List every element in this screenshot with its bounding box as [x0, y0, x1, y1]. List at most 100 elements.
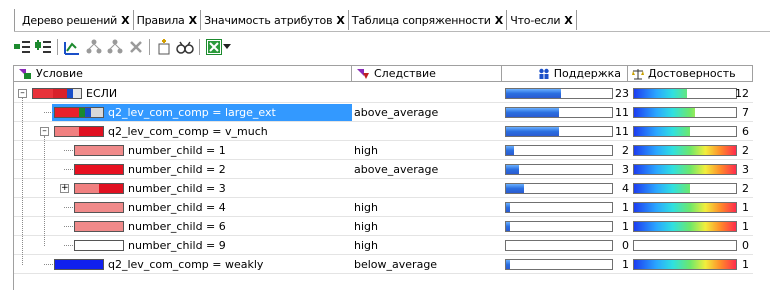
grid-header: Условие Следствие Поддержка Достоверност…	[14, 65, 753, 83]
confidence-bar	[633, 240, 737, 251]
tree-icon[interactable]	[85, 38, 103, 56]
condition-cell: number_child = 3	[74, 179, 226, 198]
column-header-condition[interactable]: Условие	[14, 65, 352, 82]
tab-label: Что-если	[510, 13, 561, 27]
tab-contingency-table[interactable]: Таблица сопряженности X	[349, 10, 508, 30]
support-value: 4	[622, 182, 629, 195]
column-header-support[interactable]: Поддержка	[502, 65, 628, 82]
support-bar-fill	[506, 146, 514, 155]
find-icon[interactable]	[176, 38, 194, 56]
confidence-bar-fill	[634, 203, 736, 212]
table-row[interactable]: number_child = 1 high 2 2	[14, 141, 753, 160]
table-row[interactable]: number_child = 9 high 0 0	[14, 236, 753, 255]
tab-what-if[interactable]: Что-если X	[507, 10, 577, 30]
condition-text: ЕСЛИ	[86, 87, 118, 100]
toolbar-separator	[149, 39, 150, 55]
condition-cell: q2_lev_com_comp = weakly	[54, 255, 263, 274]
column-label: Условие	[36, 67, 83, 80]
tab-rules[interactable]: Правила X	[134, 10, 202, 30]
delete-icon[interactable]	[127, 38, 145, 56]
support-value: 11	[615, 125, 629, 138]
support-bar-fill	[506, 203, 510, 212]
tab-label: Значимость атрибутов	[204, 13, 333, 27]
distribution-swatch	[74, 221, 124, 232]
tab-divider	[14, 31, 770, 32]
table-row[interactable]: number_child = 6 high 1 1	[14, 217, 753, 236]
toolbar	[0, 34, 770, 60]
expand-toggle-icon[interactable]: +	[60, 184, 69, 193]
condition-icon	[18, 68, 32, 80]
support-value: 11	[615, 106, 629, 119]
confidence-icon	[632, 68, 644, 80]
table-row[interactable]: q2_lev_com_comp = large_ext above_average…	[14, 103, 753, 122]
collapse-all-icon[interactable]	[13, 38, 31, 56]
consequence-cell: high	[354, 144, 378, 157]
confidence-bar-fill	[634, 184, 690, 193]
close-icon[interactable]: X	[564, 14, 572, 27]
tab-decision-tree[interactable]: Дерево решений X	[22, 10, 134, 30]
column-header-consequence[interactable]: Следствие	[352, 65, 502, 82]
table-row[interactable]: – q2_lev_com_comp = v_much 11 6	[14, 122, 753, 141]
condition-cell: number_child = 2	[74, 160, 226, 179]
confidence-bar-fill	[634, 222, 736, 231]
confidence-value: 3	[742, 163, 749, 176]
tree-connector	[44, 264, 53, 265]
confidence-bar	[633, 221, 737, 232]
tree-connector	[44, 112, 53, 113]
confidence-bar-fill	[634, 127, 690, 136]
confidence-bar	[633, 126, 737, 137]
confidence-bar-fill	[634, 89, 687, 98]
dropdown-arrow-icon[interactable]	[222, 38, 232, 56]
distribution-swatch	[74, 240, 124, 251]
confidence-bar	[633, 145, 737, 156]
tree-connector	[64, 169, 73, 170]
new-node-icon[interactable]	[155, 38, 173, 56]
confidence-bar	[633, 202, 737, 213]
table-row[interactable]: q2_lev_com_comp = weakly below_average 1 1	[14, 255, 753, 274]
collapse-toggle-icon[interactable]: –	[40, 127, 49, 136]
show-chart-icon[interactable]	[63, 38, 81, 56]
tab-attribute-importance[interactable]: Значимость атрибутов X	[201, 10, 349, 30]
confidence-value: 12	[735, 87, 749, 100]
confidence-value: 2	[742, 144, 749, 157]
confidence-bar	[633, 88, 737, 99]
condition-cell: number_child = 9	[74, 236, 226, 255]
support-bar-fill	[506, 165, 519, 174]
decision-tree-grid: Условие Следствие Поддержка Достоверност…	[13, 65, 753, 290]
support-bar-fill	[506, 89, 561, 98]
column-label: Следствие	[374, 67, 436, 80]
confidence-value: 0	[742, 239, 749, 252]
distribution-swatch	[54, 259, 104, 270]
condition-cell: q2_lev_com_comp = v_much	[54, 122, 268, 141]
tab-label: Правила	[136, 13, 185, 27]
excel-export-icon[interactable]	[205, 38, 223, 56]
close-icon[interactable]: X	[336, 14, 344, 27]
tab-label: Таблица сопряженности	[351, 13, 491, 27]
tree-icon-2[interactable]	[106, 38, 124, 56]
tree-connector	[44, 136, 45, 246]
table-row[interactable]: number_child = 2 above_average 3 3	[14, 160, 753, 179]
confidence-bar	[633, 259, 737, 270]
condition-text: q2_lev_com_comp = v_much	[108, 125, 268, 138]
confidence-bar-fill	[634, 165, 736, 174]
tree-connector	[64, 245, 73, 246]
tree-connector	[22, 98, 23, 265]
confidence-bar	[633, 164, 737, 175]
condition-cell: q2_lev_com_comp = large_ext	[54, 103, 276, 122]
expand-all-icon[interactable]	[34, 38, 52, 56]
column-header-confidence[interactable]: Достоверность	[628, 65, 753, 82]
support-icon	[538, 68, 550, 80]
support-bar-fill	[506, 127, 559, 136]
collapse-toggle-icon[interactable]: –	[18, 89, 27, 98]
toolbar-separator	[57, 39, 58, 55]
table-row[interactable]: + number_child = 3 4 2	[14, 179, 753, 198]
tree-connector	[64, 226, 73, 227]
table-row[interactable]: – ЕСЛИ 23 12	[14, 84, 753, 103]
close-icon[interactable]: X	[121, 14, 129, 27]
table-row[interactable]: number_child = 4 high 1 1	[14, 198, 753, 217]
close-icon[interactable]: X	[189, 14, 197, 27]
tab-bar-edge	[14, 9, 15, 31]
consequence-cell: high	[354, 201, 378, 214]
support-value: 3	[622, 163, 629, 176]
close-icon[interactable]: X	[495, 14, 503, 27]
